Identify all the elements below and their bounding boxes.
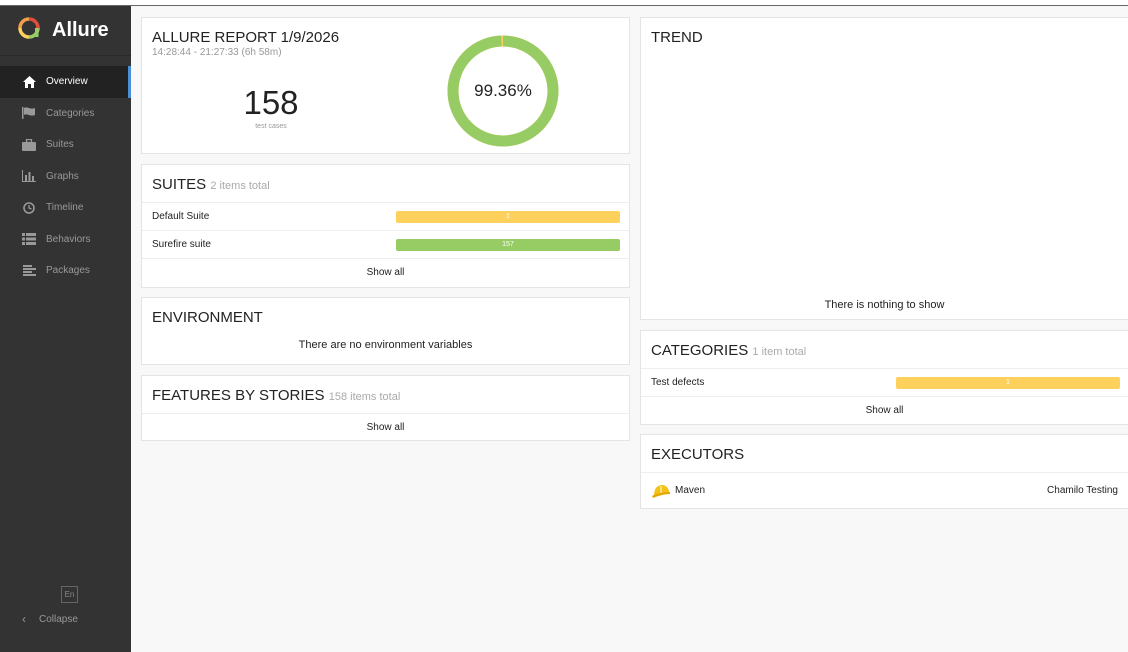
suites-widget: SUITES 2 items total Default Suite 1 Sur… <box>141 164 630 288</box>
sidebar-item-packages[interactable]: Packages <box>0 255 131 287</box>
sidebar-item-timeline[interactable]: Timeline <box>0 192 131 224</box>
briefcase-icon <box>22 138 36 152</box>
suite-row-default[interactable]: Default Suite 1 <box>142 202 629 230</box>
suites-title: SUITES <box>152 176 207 193</box>
executor-name: Maven <box>675 485 706 496</box>
trend-widget: TREND There is nothing to show <box>640 17 1128 320</box>
report-time-range: 14:28:44 - 21:27:33 (6h 58m) <box>152 47 282 58</box>
top-border <box>0 0 1128 6</box>
collapse-label: Collapse <box>39 613 78 625</box>
clock-icon <box>22 201 36 215</box>
suites-show-all-link[interactable]: Show all <box>142 258 629 286</box>
categories-header: CATEGORIES 1 item total <box>641 331 1128 368</box>
features-subtitle: 158 items total <box>328 391 401 403</box>
bar-chart-icon <box>22 169 36 183</box>
report-title: ALLURE REPORT 1/9/2026 <box>152 29 340 46</box>
categories-widget: CATEGORIES 1 item total Test defects 1 S… <box>640 330 1128 425</box>
suites-subtitle: 2 items total <box>210 180 270 192</box>
sidebar-item-label: Overview <box>46 76 88 88</box>
suite-name: Surefire suite <box>152 239 211 250</box>
category-row-test-defects[interactable]: Test defects 1 <box>641 368 1128 396</box>
features-show-all-link[interactable]: Show all <box>142 413 629 441</box>
environment-empty-message: There are no environment variables <box>298 339 473 351</box>
executor-build-link[interactable]: Chamilo Testing <box>1047 485 1118 496</box>
test-count: 158 <box>243 84 299 121</box>
categories-show-all-link[interactable]: Show all <box>641 396 1128 424</box>
environment-widget: ENVIRONMENT There are no environment var… <box>141 297 630 365</box>
trend-empty-message: There is nothing to show <box>824 299 945 311</box>
sidebar-item-behaviors[interactable]: Behaviors <box>0 224 131 256</box>
maven-hardhat-icon <box>651 484 671 498</box>
features-header: FEATURES BY STORIES 158 items total <box>142 376 629 413</box>
sidebar-item-suites[interactable]: Suites <box>0 129 131 161</box>
executors-widget: EXECUTORS Maven Chamilo Testing <box>640 434 1128 509</box>
chevron-left-icon: ‹ <box>22 612 26 626</box>
executors-title: EXECUTORS <box>651 446 745 463</box>
categories-subtitle: 1 item total <box>752 346 807 358</box>
language-switch[interactable]: En <box>61 586 78 603</box>
success-rate: 99.36% <box>474 81 532 100</box>
sidebar-item-label: Packages <box>46 265 90 277</box>
sidebar-item-label: Categories <box>46 107 95 119</box>
trend-title: TREND <box>651 29 703 46</box>
brand-title: Allure <box>52 19 109 41</box>
suite-name: Default Suite <box>152 211 210 222</box>
category-name: Test defects <box>651 377 705 388</box>
environment-title: ENVIRONMENT <box>152 309 263 326</box>
features-widget: FEATURES BY STORIES 158 items total Show… <box>141 375 630 441</box>
sidebar-item-label: Graphs <box>46 170 79 182</box>
features-title: FEATURES BY STORIES <box>152 387 325 404</box>
executor-row[interactable]: Maven Chamilo Testing <box>641 472 1128 508</box>
sidebar-item-label: Suites <box>46 139 74 151</box>
home-icon <box>22 75 36 89</box>
collapse-button[interactable]: ‹ Collapse <box>22 612 78 626</box>
sidebar-item-categories[interactable]: Categories <box>0 98 131 130</box>
allure-logo-icon <box>18 17 40 44</box>
categories-title: CATEGORIES <box>651 342 749 359</box>
sidebar-item-label: Timeline <box>46 202 84 214</box>
sidebar-item-graphs[interactable]: Graphs <box>0 161 131 193</box>
align-left-icon <box>22 264 36 278</box>
flag-icon <box>22 106 36 120</box>
sidebar-item-overview[interactable]: Overview <box>0 66 131 98</box>
executor-info: Maven <box>651 484 705 498</box>
sidebar-item-label: Behaviors <box>46 233 91 245</box>
list-icon <box>22 232 36 246</box>
suite-status-bar: 1 <box>396 210 620 223</box>
suites-header: SUITES 2 items total <box>142 165 629 202</box>
sidebar: Allure Overview Categories Suites Graphs <box>0 6 131 652</box>
category-status-bar: 1 <box>896 376 1120 389</box>
sidebar-nav: Overview Categories Suites Graphs Timeli… <box>0 66 131 287</box>
suite-row-surefire[interactable]: Surefire suite 157 <box>142 230 629 258</box>
summary-widget: ALLURE REPORT 1/9/2026 14:28:44 - 21:27:… <box>141 17 630 154</box>
test-count-label: test cases <box>255 123 287 130</box>
suite-status-bar: 157 <box>396 238 620 251</box>
brand[interactable]: Allure <box>0 6 131 56</box>
